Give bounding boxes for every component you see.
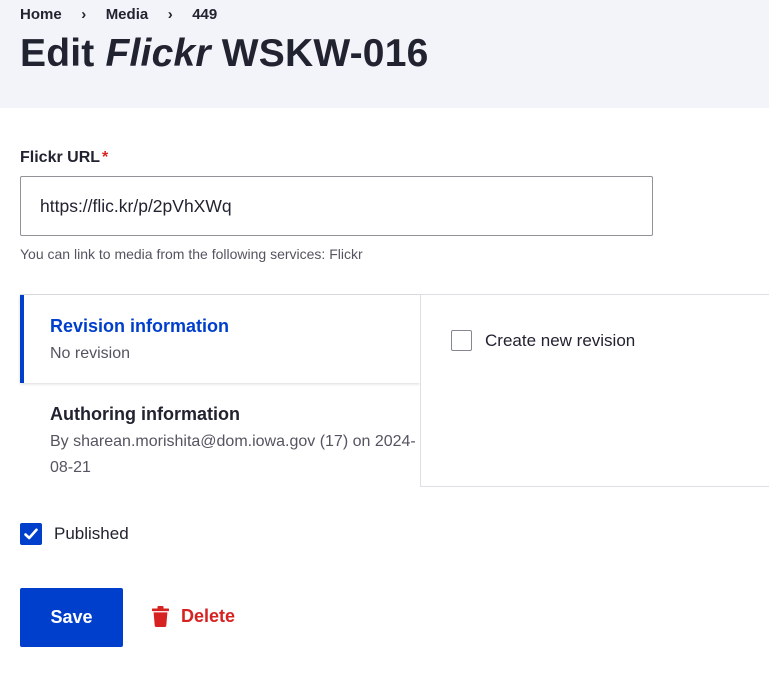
page-title-prefix: Edit xyxy=(20,32,106,75)
page-title-name: WSKW-016 xyxy=(210,32,429,75)
delete-link[interactable]: Delete xyxy=(152,606,235,627)
required-marker: * xyxy=(102,149,109,166)
tab-revision-summary: No revision xyxy=(50,345,131,362)
flickr-url-input[interactable] xyxy=(20,176,653,236)
page-title-media-type: Flickr xyxy=(105,32,211,75)
revision-pane: Create new revision xyxy=(420,295,769,487)
create-new-revision-option[interactable]: Create new revision xyxy=(451,330,635,351)
breadcrumb: Home › Media › 449 xyxy=(20,4,217,24)
checkmark-icon xyxy=(24,528,38,540)
tab-authoring-summary: By sharean.morishita@dom.iowa.gov (17) o… xyxy=(50,433,416,476)
trash-icon xyxy=(152,606,169,627)
tab-authoring-information[interactable]: Authoring information By sharean.morishi… xyxy=(20,395,420,487)
delete-label: Delete xyxy=(181,606,236,626)
tab-authoring-title: Authoring information xyxy=(50,404,240,424)
page-header: Home › Media › 449 Edit Flickr WSKW-016 xyxy=(0,0,769,108)
flickr-url-description: You can link to media from the following… xyxy=(20,246,363,262)
breadcrumb-current[interactable]: 449 xyxy=(192,6,217,23)
published-checkbox[interactable] xyxy=(20,523,42,545)
tab-revision-information[interactable]: Revision information No revision xyxy=(20,295,420,383)
published-option[interactable]: Published xyxy=(20,523,129,545)
breadcrumb-home[interactable]: Home xyxy=(20,6,62,23)
breadcrumb-media[interactable]: Media xyxy=(106,6,149,23)
create-new-revision-label: Create new revision xyxy=(485,330,636,350)
vertical-tabs: Revision information No revision Authori… xyxy=(20,294,769,487)
tab-revision-title: Revision information xyxy=(50,316,230,336)
flickr-url-label-text: Flickr URL xyxy=(20,149,101,166)
published-label: Published xyxy=(54,524,129,543)
flickr-url-label: Flickr URL * xyxy=(20,149,108,167)
chevron-right-icon: › xyxy=(81,5,87,23)
save-button[interactable]: Save xyxy=(20,588,123,647)
page-title: Edit Flickr WSKW-016 xyxy=(20,30,428,78)
create-new-revision-checkbox[interactable] xyxy=(451,330,472,351)
chevron-right-icon: › xyxy=(167,5,173,23)
